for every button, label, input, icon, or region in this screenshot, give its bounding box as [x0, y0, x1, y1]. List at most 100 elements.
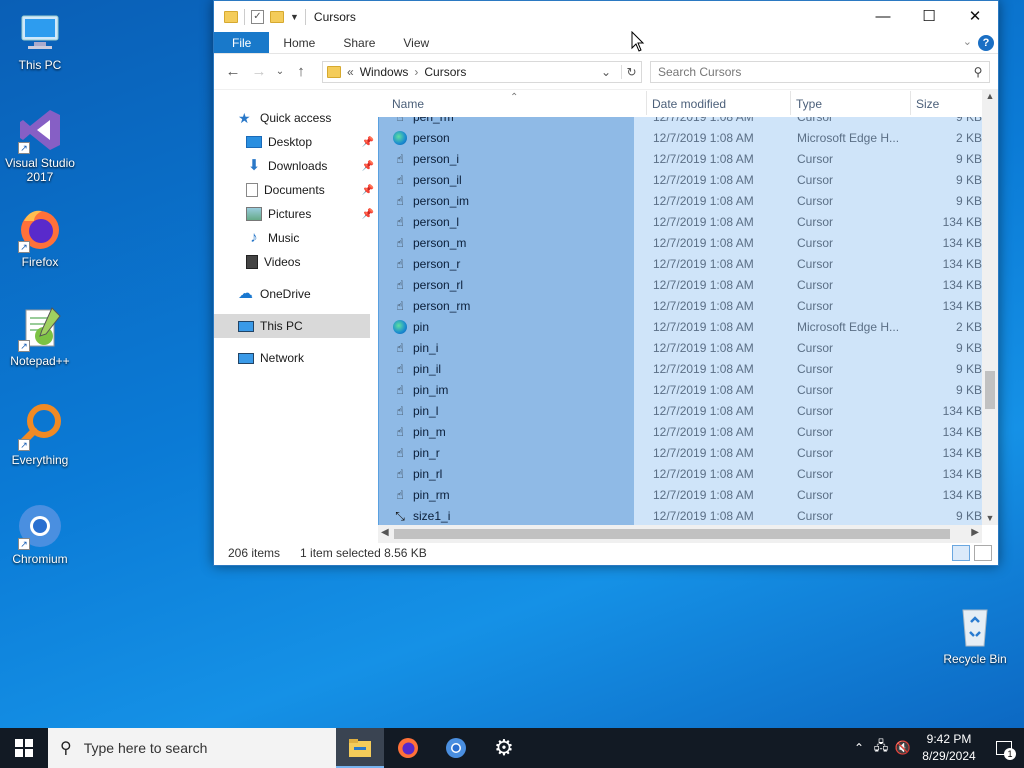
file-name-cell[interactable]: ☝ pen_rm [378, 117, 634, 127]
new-folder-icon[interactable] [270, 10, 284, 23]
properties-icon[interactable]: ✓ [251, 9, 264, 24]
close-button[interactable]: ✕ [952, 1, 998, 31]
volume-muted-icon[interactable]: 🔇 [892, 740, 914, 756]
taskbar-chromium[interactable] [432, 728, 480, 768]
file-row[interactable]: ☝ person_rm 12/7/2019 1:08 AM Cursor 134 KB [378, 295, 982, 316]
tab-home[interactable]: Home [269, 32, 329, 53]
back-button[interactable]: ← [222, 61, 244, 83]
file-name-cell[interactable]: ☝ pin_l [378, 400, 634, 421]
nav-videos[interactable]: Videos [214, 250, 378, 274]
file-name-cell[interactable]: ☝ person_rm [378, 295, 634, 316]
scrollbar-thumb[interactable] [394, 529, 950, 539]
file-name-cell[interactable]: ☝ person_m [378, 232, 634, 253]
file-name-cell[interactable]: pin [378, 316, 634, 337]
taskbar-firefox[interactable] [384, 728, 432, 768]
file-name-cell[interactable]: ☝ person_r [378, 253, 634, 274]
file-name-cell[interactable]: ☝ pin_rm [378, 484, 634, 505]
file-name-cell[interactable]: ☝ person_rl [378, 274, 634, 295]
tab-view[interactable]: View [389, 32, 443, 53]
column-size[interactable]: Size [916, 97, 939, 111]
column-divider[interactable] [910, 91, 911, 115]
nav-downloads[interactable]: ⬇ Downloads 📌 [214, 154, 378, 178]
up-button[interactable]: ↑ [290, 61, 312, 83]
desktop-icon-visual-studio[interactable]: ↗ Visual Studio 2017 [0, 106, 80, 184]
details-view-icon[interactable] [952, 545, 970, 561]
scrollbar-thumb[interactable] [985, 371, 995, 409]
file-name-cell[interactable]: ☝ person_l [378, 211, 634, 232]
file-name-cell[interactable]: ☝ pin_r [378, 442, 634, 463]
file-row[interactable]: ☝ person_r 12/7/2019 1:08 AM Cursor 134 KB [378, 253, 982, 274]
file-row[interactable]: ☝ pin_im 12/7/2019 1:08 AM Cursor 9 KB [378, 379, 982, 400]
desktop-icon-everything[interactable]: ↗ Everything [0, 403, 80, 467]
vertical-scrollbar[interactable]: ▲ ▼ [982, 89, 998, 525]
file-name-cell[interactable]: ☝ person_im [378, 190, 634, 211]
file-name-cell[interactable]: ☝ pin_rl [378, 463, 634, 484]
file-row[interactable]: ☝ pin_l 12/7/2019 1:08 AM Cursor 134 KB [378, 400, 982, 421]
file-row[interactable]: ☝ pin_rm 12/7/2019 1:08 AM Cursor 134 KB [378, 484, 982, 505]
column-date-modified[interactable]: Date modified [652, 97, 726, 111]
file-row[interactable]: ☝ pin_m 12/7/2019 1:08 AM Cursor 134 KB [378, 421, 982, 442]
file-row[interactable]: ☝ person_m 12/7/2019 1:08 AM Cursor 134 KB [378, 232, 982, 253]
scroll-down-arrow-icon[interactable]: ▼ [982, 513, 998, 523]
file-row[interactable]: ☝ person_rl 12/7/2019 1:08 AM Cursor 134 KB [378, 274, 982, 295]
file-name-cell[interactable]: ☝ pin_im [378, 379, 634, 400]
file-row[interactable]: ☝ person_i 12/7/2019 1:08 AM Cursor 9 KB [378, 148, 982, 169]
tab-file[interactable]: File [214, 32, 270, 53]
file-row[interactable]: ☝ person_l 12/7/2019 1:08 AM Cursor 134 KB [378, 211, 982, 232]
column-divider[interactable] [790, 91, 791, 115]
nav-pictures[interactable]: Pictures 📌 [214, 202, 378, 226]
desktop-icon-notepadpp[interactable]: ↗ Notepad++ [0, 304, 80, 368]
customize-toolbar-icon[interactable]: ▼ [290, 12, 299, 22]
column-divider[interactable] [646, 91, 647, 115]
scroll-left-arrow-icon[interactable]: ◀ [381, 527, 389, 538]
scroll-right-arrow-icon[interactable]: ▶ [971, 527, 979, 538]
nav-onedrive[interactable]: ☁ OneDrive [214, 282, 378, 306]
column-type[interactable]: Type [796, 97, 822, 111]
file-name-cell[interactable]: ☝ pin_m [378, 421, 634, 442]
desktop-icon-firefox[interactable]: ↗ Firefox [0, 205, 80, 269]
pin-icon[interactable]: 📌 [362, 137, 374, 148]
breadcrumb-windows[interactable]: Windows [360, 65, 409, 79]
file-row[interactable]: person 12/7/2019 1:08 AM Microsoft Edge H.… [378, 127, 982, 148]
nav-documents[interactable]: Documents 📌 [214, 178, 378, 202]
taskbar-search[interactable]: ⚲ Type here to search [48, 728, 336, 768]
file-name-cell[interactable]: ☝ pin_il [378, 358, 634, 379]
file-row[interactable]: ☝ person_il 12/7/2019 1:08 AM Cursor 9 KB [378, 169, 982, 190]
minimize-button[interactable]: — [860, 1, 906, 31]
nav-this-pc[interactable]: This PC [214, 314, 370, 338]
recent-locations-chevron-icon[interactable]: ⌄ [274, 61, 286, 83]
search-box[interactable]: Search Cursors ⚲ [650, 60, 990, 83]
file-row[interactable]: ☝ pin_r 12/7/2019 1:08 AM Cursor 134 KB [378, 442, 982, 463]
taskbar-file-explorer[interactable] [336, 728, 384, 768]
desktop-icon-this-pc[interactable]: This PC [0, 8, 80, 72]
taskbar-settings[interactable]: ⚙ [480, 728, 528, 768]
desktop-icon-chromium[interactable]: ↗ Chromium [0, 502, 80, 566]
search-input[interactable]: Search Cursors [658, 65, 741, 79]
breadcrumb-cursors[interactable]: Cursors [424, 65, 466, 79]
file-name-cell[interactable]: ⤡ size1_i [378, 505, 634, 525]
action-center-button[interactable]: 1 [984, 728, 1024, 768]
file-row[interactable]: ☝ person_im 12/7/2019 1:08 AM Cursor 9 KB [378, 190, 982, 211]
pin-icon[interactable]: 📌 [362, 185, 374, 196]
address-dropdown-icon[interactable]: ⌄ [597, 65, 615, 79]
file-row[interactable]: pin 12/7/2019 1:08 AM Microsoft Edge H... 2… [378, 316, 982, 337]
clock[interactable]: 9:42 PM 8/29/2024 [914, 731, 984, 765]
file-row[interactable]: ☝ pin_rl 12/7/2019 1:08 AM Cursor 134 KB [378, 463, 982, 484]
taskbar-search-input[interactable]: Type here to search [84, 740, 208, 756]
file-row[interactable]: ☝ pin_il 12/7/2019 1:08 AM Cursor 9 KB [378, 358, 982, 379]
file-row[interactable]: ☝ pen_rm 12/7/2019 1:08 AM Cursor 9 KB [378, 117, 982, 127]
maximize-button[interactable]: ☐ [906, 1, 952, 31]
tab-share[interactable]: Share [329, 32, 389, 53]
desktop-icon-recycle-bin[interactable]: Recycle Bin [935, 602, 1015, 666]
pin-icon[interactable]: 📌 [362, 161, 374, 172]
expand-ribbon-chevron-icon[interactable]: ⌄ [963, 35, 972, 48]
pin-icon[interactable]: 📌 [362, 209, 374, 220]
nav-desktop[interactable]: Desktop 📌 [214, 130, 378, 154]
file-row[interactable]: ⤡ size1_i 12/7/2019 1:08 AM Cursor 9 KB [378, 505, 982, 525]
nav-network[interactable]: Network [214, 346, 378, 370]
nav-music[interactable]: ♪ Music [214, 226, 378, 250]
file-name-cell[interactable]: ☝ person_i [378, 148, 634, 169]
refresh-icon[interactable]: ↻ [621, 64, 641, 79]
breadcrumb-overflow[interactable]: « [347, 65, 354, 79]
file-name-cell[interactable]: person [378, 127, 634, 148]
